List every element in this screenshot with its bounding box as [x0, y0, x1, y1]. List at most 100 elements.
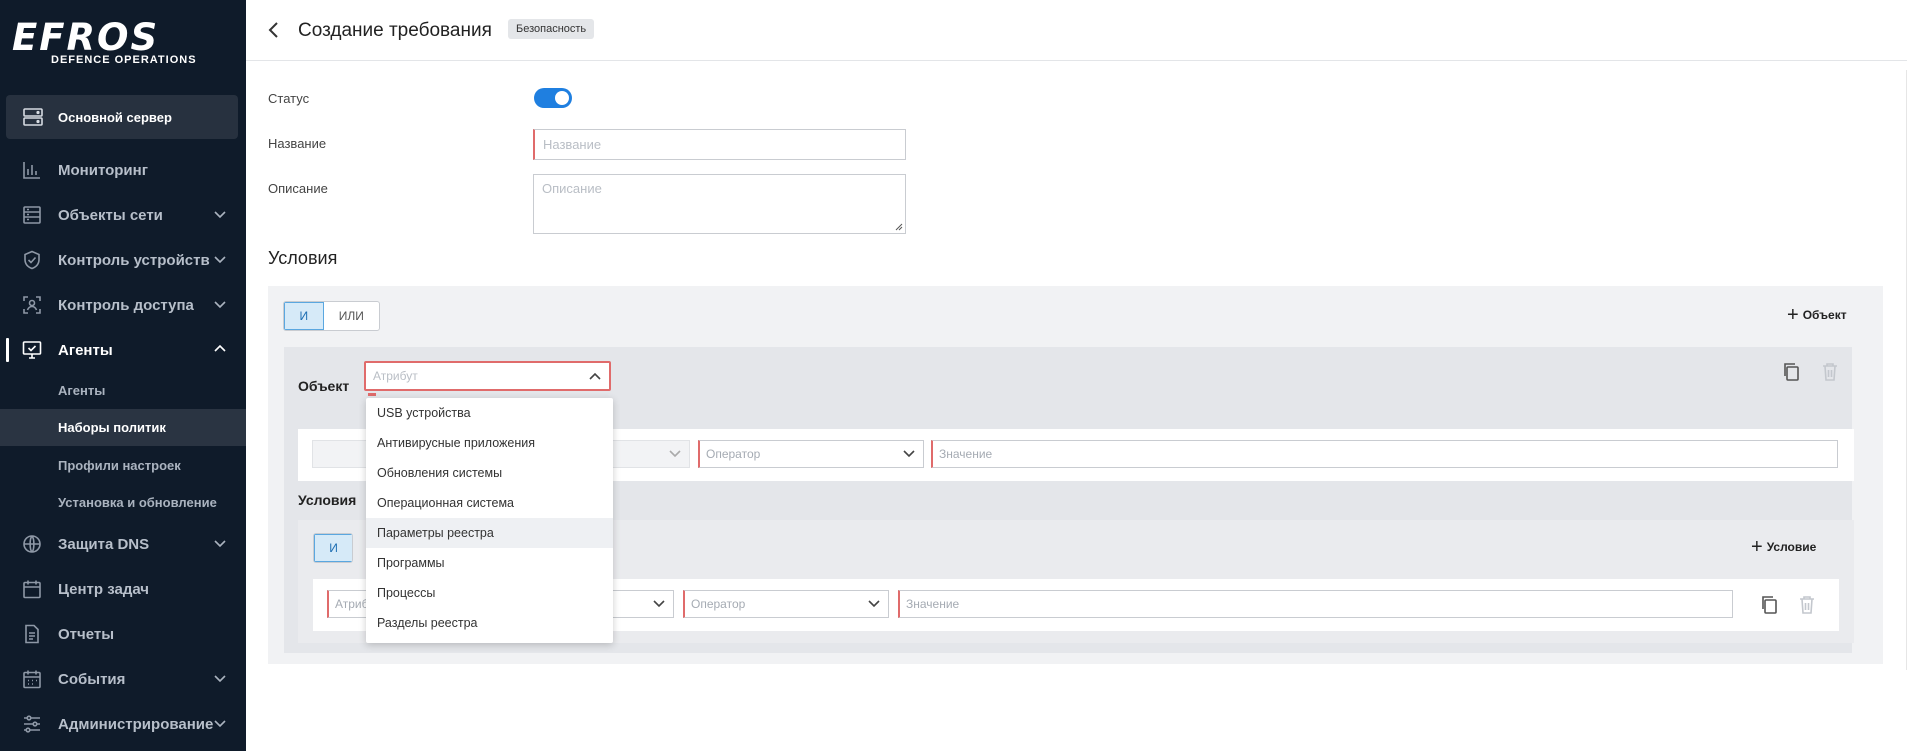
sub-nav-install-update[interactable]: Установка и обновление — [0, 484, 246, 521]
nav-network-objects[interactable]: Объекты сети — [0, 193, 246, 237]
chevron-down-icon — [214, 211, 226, 219]
logo-subtitle: DEFENCE OPERATIONS — [51, 54, 197, 66]
add-object-label: Объект — [1802, 308, 1847, 322]
nav-label: Объекты сети — [58, 206, 163, 224]
bar-chart-icon — [20, 158, 44, 182]
nav-dns-protection[interactable]: Защита DNS — [0, 522, 246, 566]
nav-label: Контроль устройств — [58, 251, 210, 269]
document-icon — [20, 622, 44, 646]
chevron-up-icon — [214, 344, 226, 352]
sub-value-placeholder: Значение — [906, 597, 960, 611]
sub-operator-select[interactable]: Оператор — [683, 590, 889, 618]
nav-label: Агенты — [58, 341, 113, 359]
logo-text: EFROS — [12, 16, 160, 59]
description-placeholder: Описание — [542, 181, 602, 196]
nav-agents[interactable]: Агенты — [0, 328, 246, 372]
name-label: Название — [268, 136, 327, 151]
object-value-input[interactable]: Значение — [931, 440, 1838, 468]
chevron-down-icon — [214, 720, 226, 728]
nav-reports[interactable]: Отчеты — [0, 612, 246, 656]
network-rack-icon — [20, 203, 44, 227]
chevron-down-icon — [214, 540, 226, 548]
name-input[interactable]: Название — [533, 129, 906, 160]
attribute-dropdown-menu: USB устройства Антивирусные приложения О… — [366, 398, 613, 643]
value-placeholder: Значение — [939, 447, 993, 461]
server-selector[interactable]: Основной сервер — [6, 95, 238, 139]
server-label: Основной сервер — [58, 109, 172, 125]
sub-and-button[interactable]: И — [314, 534, 352, 562]
logic-toggle: И ИЛИ — [283, 301, 380, 331]
sidebar: EFROS DEFENCE OPERATIONS Основной сервер… — [0, 0, 246, 751]
category-badge: Безопасность — [508, 19, 595, 39]
server-icon — [22, 106, 44, 128]
chevron-down-icon — [214, 256, 226, 264]
dropdown-item[interactable]: Операционная система — [366, 488, 613, 518]
error-indicator — [368, 393, 376, 396]
copy-icon[interactable] — [1760, 595, 1778, 615]
dropdown-item[interactable]: Обновления системы — [366, 458, 613, 488]
sub-nav-settings-profiles[interactable]: Профили настроек — [0, 447, 246, 484]
nav-label: События — [58, 670, 126, 688]
sub-value-input[interactable]: Значение — [898, 590, 1733, 618]
operator-placeholder: Оператор — [706, 447, 761, 461]
nav-label: Администрирование — [58, 715, 214, 733]
back-arrow-icon[interactable] — [266, 20, 282, 40]
chevron-down-icon — [669, 450, 681, 458]
sub-operator-placeholder: Оператор — [691, 597, 746, 611]
nav-events[interactable]: События — [0, 657, 246, 701]
sub-nav-agents[interactable]: Агенты — [0, 372, 246, 409]
dropdown-item[interactable]: Антивирусные приложения — [366, 428, 613, 458]
nav-task-center[interactable]: Центр задач — [0, 567, 246, 611]
chevron-down-icon — [214, 675, 226, 683]
add-condition-label: Условие — [1766, 540, 1817, 554]
page-title: Создание требования — [298, 20, 492, 41]
sub-logic-toggle: И — [313, 533, 353, 563]
scan-user-icon — [20, 293, 44, 317]
dropdown-item[interactable]: Процессы — [366, 578, 613, 608]
or-button[interactable]: ИЛИ — [324, 302, 379, 330]
nav-monitoring[interactable]: Мониторинг — [0, 148, 246, 192]
nav-label: Отчеты — [58, 625, 115, 643]
logo[interactable]: EFROS DEFENCE OPERATIONS — [12, 18, 212, 68]
sub-conditions-title: Условия — [298, 492, 357, 508]
nav-label: Центр задач — [58, 580, 150, 598]
object-label: Объект — [298, 378, 350, 394]
add-object-button[interactable]: + Объект — [1787, 304, 1847, 326]
object-operator-select[interactable]: Оператор — [698, 440, 924, 468]
plus-icon: + — [1787, 304, 1799, 326]
status-label: Статус — [268, 91, 310, 106]
nav-label: Контроль доступа — [58, 296, 194, 314]
resize-handle-icon[interactable] — [895, 223, 903, 231]
sliders-icon — [20, 712, 44, 736]
dropdown-item[interactable]: Параметры реестра — [366, 518, 613, 548]
chevron-up-icon — [589, 372, 601, 380]
attribute-placeholder: Атрибут — [373, 369, 418, 383]
chevron-down-icon — [868, 600, 880, 608]
nav-device-control[interactable]: Контроль устройств — [0, 238, 246, 282]
dropdown-item[interactable]: Программы — [366, 548, 613, 578]
description-label: Описание — [268, 181, 328, 196]
attribute-select[interactable]: Атрибут — [364, 361, 611, 391]
monitor-check-icon — [20, 338, 44, 362]
nav-label: Мониторинг — [58, 161, 148, 179]
nav-access-control[interactable]: Контроль доступа — [0, 283, 246, 327]
add-condition-button[interactable]: + Условие — [1751, 536, 1817, 558]
sub-nav-policy-sets[interactable]: Наборы политик — [0, 409, 246, 446]
trash-icon[interactable] — [1798, 595, 1816, 615]
dropdown-item[interactable]: Разделы реестра — [366, 608, 613, 638]
chevron-down-icon — [214, 301, 226, 309]
calendar-grid-icon — [20, 667, 44, 691]
chevron-down-icon — [903, 450, 915, 458]
chevron-down-icon — [653, 600, 665, 608]
description-textarea[interactable]: Описание — [533, 174, 906, 234]
dropdown-item[interactable]: USB устройства — [366, 398, 613, 428]
status-toggle[interactable] — [534, 88, 572, 108]
and-button[interactable]: И — [284, 302, 324, 330]
trash-icon[interactable] — [1821, 362, 1839, 382]
plus-icon: + — [1751, 536, 1763, 558]
nav-administration[interactable]: Администрирование — [0, 702, 246, 746]
nav-label: Защита DNS — [58, 535, 150, 553]
calendar-icon — [20, 577, 44, 601]
shield-check-icon — [20, 248, 44, 272]
copy-icon[interactable] — [1782, 362, 1800, 382]
